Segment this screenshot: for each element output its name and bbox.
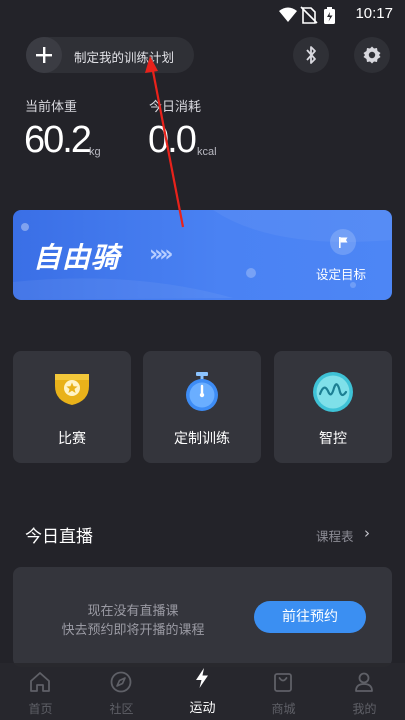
trophy-icon	[55, 374, 89, 405]
weight-value: 60.2	[24, 119, 92, 161]
nav-mall[interactable]: 商城	[243, 663, 324, 720]
live-empty-line1: 现在没有直播课	[87, 604, 179, 619]
tile-competition[interactable]: 比赛	[13, 351, 131, 463]
chevron-right-icon[interactable]: ›	[364, 524, 370, 542]
calories-label: 今日消耗	[149, 100, 202, 115]
compass-icon	[110, 671, 132, 693]
nav-mine-label: 我的	[352, 702, 377, 716]
nav-sport[interactable]: 运动	[162, 663, 243, 720]
calories-unit: kcal	[197, 146, 217, 158]
person-icon	[355, 672, 373, 692]
live-empty-line2: 快去预约即将开播的课程	[61, 623, 205, 638]
free-ride-title: 自由骑	[33, 241, 121, 274]
home-icon	[30, 672, 50, 692]
calories-value: 0.0	[148, 119, 197, 161]
flag-icon[interactable]	[330, 229, 356, 255]
status-icons	[279, 6, 335, 24]
stopwatch-icon	[186, 372, 218, 411]
bag-icon	[274, 673, 292, 692]
nav-sport-label: 运动	[189, 701, 216, 716]
tile-competition-label: 比赛	[58, 431, 86, 447]
lightning-icon	[196, 668, 208, 688]
plus-icon	[26, 37, 62, 73]
weight-unit: kg	[89, 146, 101, 158]
set-goal-button[interactable]: 设定目标	[316, 264, 366, 283]
nav-home-label: 首页	[28, 702, 53, 716]
wifi-icon	[279, 7, 297, 22]
live-section-title: 今日直播	[25, 527, 93, 547]
tile-custom-training-label: 定制训练	[174, 431, 230, 447]
status-time: 10:17	[355, 5, 393, 22]
wave-icon	[313, 372, 353, 412]
bluetooth-icon	[306, 46, 316, 64]
bluetooth-button[interactable]	[293, 37, 329, 73]
tile-custom-training[interactable]: 定制训练	[143, 351, 261, 463]
nav-community[interactable]: 社区	[81, 663, 162, 720]
create-plan-button[interactable]: 制定我的训练计划	[26, 37, 194, 73]
free-ride-card[interactable]: 自由骑 »»	[13, 210, 392, 300]
nav-mine[interactable]: 我的	[324, 663, 405, 720]
battery-icon	[324, 7, 335, 24]
no-sim-icon	[300, 6, 318, 24]
gear-icon	[363, 46, 381, 64]
schedule-link[interactable]: 课程表	[316, 526, 354, 545]
chevrons-icon: »»	[149, 242, 174, 267]
nav-community-label: 社区	[109, 702, 134, 716]
create-plan-label: 制定我的训练计划	[74, 50, 175, 65]
book-class-button[interactable]: 前往预约	[254, 601, 366, 633]
bottom-nav: 首页 社区 运动 商城 我的	[0, 663, 405, 720]
settings-button[interactable]	[354, 37, 390, 73]
live-card: 现在没有直播课 快去预约即将开播的课程 前往预约	[13, 567, 392, 667]
nav-mall-label: 商城	[271, 702, 296, 716]
nav-home[interactable]: 首页	[0, 663, 81, 720]
status-bar: 10:17	[0, 0, 405, 30]
tile-smart-control[interactable]: 智控	[274, 351, 392, 463]
weight-label: 当前体重	[25, 100, 78, 115]
tile-smart-control-label: 智控	[319, 431, 347, 447]
